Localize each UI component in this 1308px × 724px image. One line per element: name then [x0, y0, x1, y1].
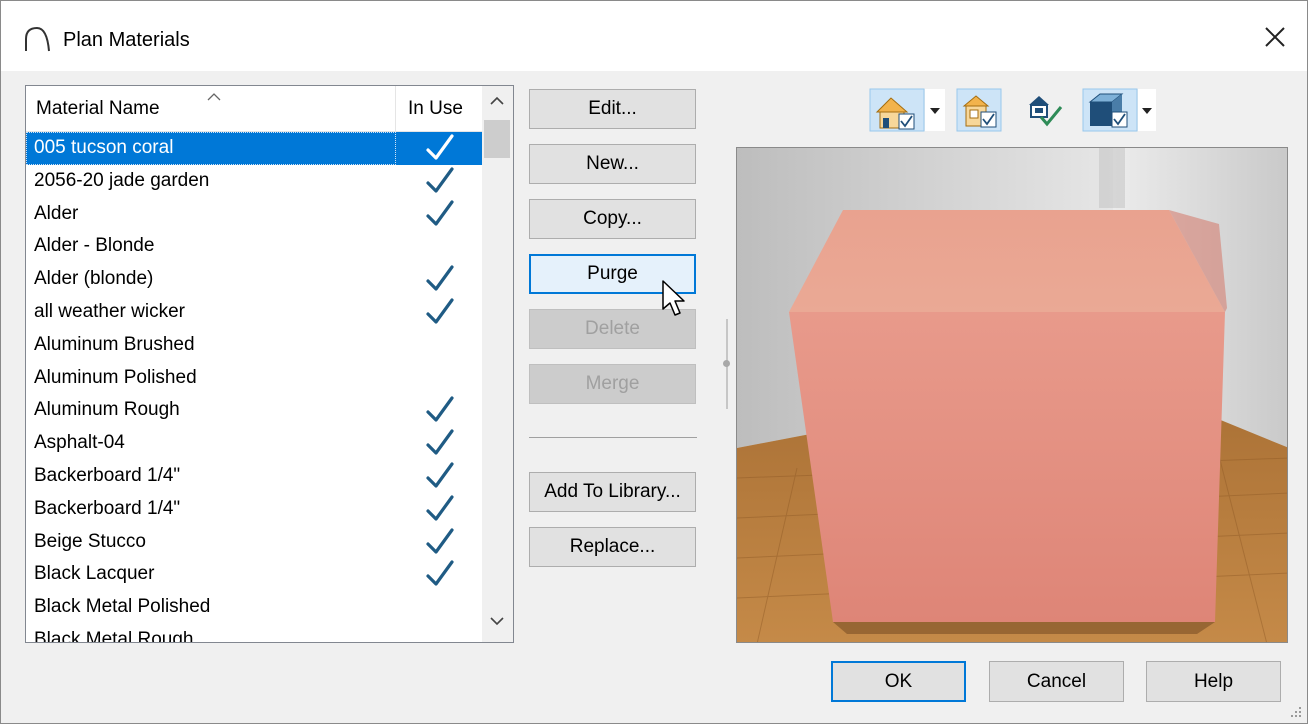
merge-button[interactable]: Merge	[529, 364, 696, 404]
room-view-icon[interactable]	[956, 88, 1002, 137]
material-row[interactable]: Black Lacquer	[26, 558, 482, 591]
material-name: Backerboard 1/4"	[34, 464, 181, 486]
close-icon	[1264, 26, 1286, 53]
material-row[interactable]: Backerboard 1/4"	[26, 493, 482, 526]
ok-button[interactable]: OK	[831, 661, 966, 702]
in-use-check-icon	[422, 263, 458, 295]
copy-button[interactable]: Copy...	[529, 199, 696, 239]
in-use-check-icon	[422, 132, 458, 164]
title-bar: Plan Materials	[1, 1, 1307, 71]
button-separator	[529, 437, 697, 438]
list-header: Material Name In Use	[26, 86, 482, 132]
in-use-check-icon	[422, 526, 458, 558]
material-row[interactable]: Black Metal Rough	[26, 624, 482, 643]
in-use-check-icon	[422, 165, 458, 197]
sort-ascending-icon	[206, 86, 222, 108]
house-view-dropdown-icon[interactable]	[869, 88, 947, 137]
material-row[interactable]: Alder - Blonde	[26, 230, 482, 263]
material-row[interactable]: Alder (blonde)	[26, 263, 482, 296]
replace-button[interactable]: Replace...	[529, 527, 696, 567]
in-use-check-icon	[422, 493, 458, 525]
material-row[interactable]: Backerboard 1/4"	[26, 460, 482, 493]
box-view-dropdown-icon[interactable]	[1082, 88, 1158, 137]
cancel-button[interactable]: Cancel	[989, 661, 1124, 702]
material-name: 005 tucson coral	[34, 137, 174, 158]
material-name: Beige Stucco	[34, 530, 146, 552]
vertical-scrollbar[interactable]	[482, 86, 513, 642]
material-row[interactable]: Alder	[26, 198, 482, 231]
in-use-check-icon	[422, 296, 458, 328]
material-rows: 005 tucson coral 2056-20 jade garden Alder…	[26, 132, 482, 643]
mouse-pointer-icon	[661, 279, 687, 324]
material-name: all weather wicker	[34, 300, 185, 322]
material-row[interactable]: 005 tucson coral	[26, 132, 482, 165]
new-button[interactable]: New...	[529, 144, 696, 184]
in-use-check-icon	[422, 394, 458, 426]
column-header-material-name[interactable]: Material Name	[26, 86, 396, 132]
in-use-check-icon	[422, 460, 458, 492]
material-row[interactable]: Asphalt-04	[26, 427, 482, 460]
material-name: Aluminum Rough	[34, 399, 180, 421]
material-name: 2056-20 jade garden	[34, 169, 210, 191]
header-in-use-label: In Use	[408, 98, 463, 119]
plan-materials-dialog: Plan Materials Material Name In Use 005 …	[0, 0, 1308, 724]
material-list[interactable]: Material Name In Use 005 tucson coral 205…	[25, 85, 514, 643]
close-button[interactable]	[1257, 21, 1293, 57]
material-name: Black Metal Rough	[34, 628, 194, 643]
scroll-down-arrow-icon[interactable]	[489, 614, 505, 632]
material-row[interactable]: 2056-20 jade garden	[26, 165, 482, 198]
help-button[interactable]: Help	[1146, 661, 1281, 702]
material-row[interactable]: Black Metal Polished	[26, 591, 482, 624]
add-to-library-button[interactable]: Add To Library...	[529, 472, 696, 512]
material-row[interactable]: Aluminum Brushed	[26, 329, 482, 362]
material-name: Aluminum Brushed	[34, 333, 195, 355]
scrollbar-thumb[interactable]	[484, 120, 510, 158]
window-title: Plan Materials	[63, 29, 190, 51]
edit-button[interactable]: Edit...	[529, 89, 696, 129]
material-row[interactable]: Aluminum Polished	[26, 362, 482, 395]
in-use-check-icon[interactable]	[1025, 91, 1065, 134]
arc-icon	[23, 25, 51, 53]
material-row[interactable]: Beige Stucco	[26, 526, 482, 559]
resize-grip-icon[interactable]	[1289, 705, 1303, 724]
material-row[interactable]: all weather wicker	[26, 296, 482, 329]
material-name: Black Lacquer	[34, 563, 155, 585]
material-name: Alder - Blonde	[34, 235, 155, 257]
material-preview	[736, 147, 1288, 643]
preview-render-image	[737, 148, 1287, 642]
material-name: Black Metal Polished	[34, 596, 211, 618]
column-header-in-use[interactable]: In Use	[396, 86, 482, 132]
in-use-check-icon	[422, 198, 458, 230]
in-use-check-icon	[422, 427, 458, 459]
material-name: Alder	[34, 202, 79, 224]
scroll-up-arrow-icon[interactable]	[489, 94, 505, 112]
in-use-check-icon	[422, 558, 458, 590]
header-material-name-label: Material Name	[36, 98, 160, 119]
material-name: Backerboard 1/4"	[34, 497, 181, 519]
material-row[interactable]: Aluminum Rough	[26, 394, 482, 427]
splitter-grip[interactable]	[723, 360, 730, 367]
material-name: Alder (blonde)	[34, 268, 154, 290]
material-name: Aluminum Polished	[34, 366, 197, 388]
material-name: Asphalt-04	[34, 432, 125, 454]
